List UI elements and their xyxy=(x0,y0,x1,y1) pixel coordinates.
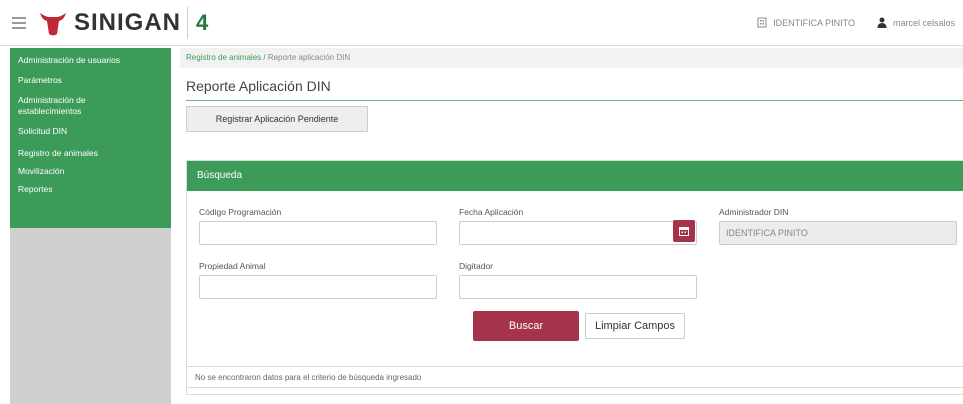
hamburger-icon[interactable] xyxy=(12,14,26,32)
breadcrumb-separator: / xyxy=(261,53,268,62)
calendar-button[interactable] xyxy=(673,220,695,242)
administrador-din-input xyxy=(719,221,957,245)
calendar-icon xyxy=(679,227,689,236)
user-name: marcel celsalos xyxy=(892,17,955,28)
search-button[interactable]: Buscar xyxy=(473,311,579,341)
sidebar-empty-area xyxy=(10,228,171,404)
building-icon xyxy=(757,17,767,28)
bull-logo-icon xyxy=(40,12,66,35)
logo-number: 4 xyxy=(196,9,209,35)
breadcrumb-parent[interactable]: Registro de animales xyxy=(186,53,261,62)
codigo-programacion-label: Código Programación xyxy=(199,207,282,217)
main-content: Registro de animales / Reporte aplicació… xyxy=(180,48,963,404)
search-panel-title: Búsqueda xyxy=(187,161,963,191)
user-menu[interactable]: marcel celsalos xyxy=(877,17,955,28)
app-logo[interactable]: SINIGAN 4 xyxy=(38,6,209,39)
breadcrumb-current: Reporte aplicación DIN xyxy=(267,53,351,62)
digitador-input[interactable] xyxy=(459,275,697,299)
establishment-name: IDENTIFICA PINITO xyxy=(773,17,855,28)
fecha-aplicacion-label: Fecha Aplicación xyxy=(459,207,524,217)
sidebar-item-movilizacion[interactable]: Movilización xyxy=(10,163,171,180)
establishment-selector[interactable]: IDENTIFICA PINITO xyxy=(757,17,855,28)
codigo-programacion-input[interactable] xyxy=(199,221,437,245)
sidebar-item-parametros[interactable]: Parámetros xyxy=(10,72,171,89)
fecha-aplicacion-input[interactable] xyxy=(459,221,697,245)
propiedad-animal-input[interactable] xyxy=(199,275,437,299)
sidebar-item-usuarios[interactable]: Administración de usuarios xyxy=(10,52,171,69)
digitador-label: Digitador xyxy=(459,261,494,271)
administrador-din-label: Administrador DIN xyxy=(719,207,789,217)
user-icon xyxy=(877,17,887,28)
no-results-message: No se encontraron datos para el criterio… xyxy=(186,366,963,388)
clear-fields-button[interactable]: Limpiar Campos xyxy=(585,313,685,339)
title-divider xyxy=(186,100,963,101)
page-title: Reporte Aplicación DIN xyxy=(186,78,331,94)
propiedad-animal-label: Propiedad Animal xyxy=(199,261,266,271)
top-header: SINIGAN 4 IDENTIFICA PINITO marcel celsa… xyxy=(0,0,963,46)
breadcrumb: Registro de animales / Reporte aplicació… xyxy=(180,48,963,68)
sidebar-item-registro-animales[interactable]: Registro de animales xyxy=(10,145,171,162)
sidebar-item-establecimientos[interactable]: Administración de establecimientos xyxy=(10,92,120,120)
register-pending-button[interactable]: Registrar Aplicación Pendiente xyxy=(186,106,368,132)
sidebar-menu: Administración de usuarios Parámetros Ad… xyxy=(10,48,171,228)
logo-separator xyxy=(187,6,189,39)
search-panel: Búsqueda Código Programación Fecha Aplic… xyxy=(186,160,963,395)
top-right-menu: IDENTIFICA PINITO marcel celsalos xyxy=(735,17,955,28)
logo-text: SINIGAN xyxy=(74,8,182,36)
sidebar-item-reportes[interactable]: Reportes xyxy=(10,181,171,198)
sidebar-item-solicitud-din[interactable]: Solicitud DIN xyxy=(10,123,171,140)
